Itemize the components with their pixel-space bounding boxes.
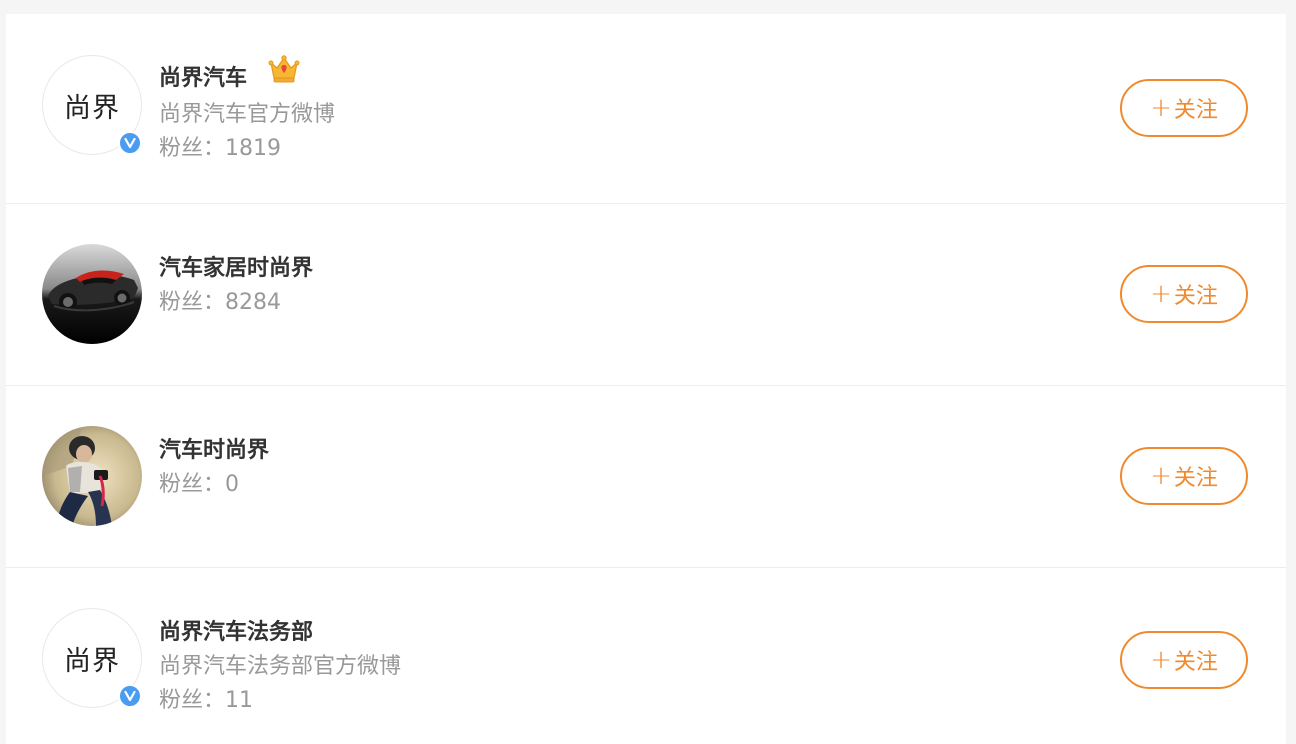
user-result-row[interactable]: 尚界 尚界汽车 尚界汽车官方微博 粉丝：1819 + 关注 bbox=[6, 14, 1286, 204]
user-name[interactable]: 汽车家居时尚界 bbox=[159, 250, 313, 282]
car-avatar-image bbox=[42, 244, 142, 344]
follow-label: 关注 bbox=[1173, 466, 1218, 491]
fans-number: 1819 bbox=[225, 136, 282, 161]
follow-button[interactable]: + 关注 bbox=[1120, 265, 1248, 323]
plus-icon: + bbox=[1150, 461, 1172, 491]
fans-label: 粉丝： bbox=[159, 290, 226, 315]
avatar[interactable]: 尚界 bbox=[42, 55, 142, 155]
avatar[interactable]: 尚界 bbox=[42, 608, 142, 708]
user-description: 尚界汽车法务部官方微博 bbox=[159, 654, 402, 679]
user-result-row[interactable]: 尚界 尚界汽车法务部 尚界汽车法务部官方微博 粉丝：11 + 关注 bbox=[6, 568, 1286, 744]
user-name[interactable]: 尚界汽车法务部 bbox=[159, 614, 313, 646]
plus-icon: + bbox=[1150, 645, 1172, 675]
fans-label: 粉丝： bbox=[159, 688, 226, 713]
fans-label: 粉丝： bbox=[159, 136, 226, 161]
fans-count: 粉丝：11 bbox=[159, 682, 253, 714]
follow-label: 关注 bbox=[1173, 284, 1218, 309]
fans-count: 粉丝：1819 bbox=[159, 130, 281, 162]
plus-icon: + bbox=[1150, 279, 1172, 309]
follow-button[interactable]: + 关注 bbox=[1120, 447, 1248, 505]
fans-number: 8284 bbox=[225, 290, 282, 315]
verified-v-icon bbox=[118, 684, 142, 708]
avatar[interactable] bbox=[42, 426, 142, 526]
fans-count: 粉丝：0 bbox=[159, 466, 239, 498]
follow-label: 关注 bbox=[1173, 98, 1218, 123]
follow-label: 关注 bbox=[1173, 650, 1218, 675]
plus-icon: + bbox=[1150, 93, 1172, 123]
fans-number: 11 bbox=[225, 688, 254, 713]
follow-button[interactable]: + 关注 bbox=[1120, 79, 1248, 137]
user-name[interactable]: 汽车时尚界 bbox=[159, 432, 269, 464]
person-avatar-image bbox=[42, 426, 142, 526]
verified-v-icon bbox=[118, 131, 142, 155]
follow-button[interactable]: + 关注 bbox=[1120, 631, 1248, 689]
avatar[interactable] bbox=[42, 244, 142, 344]
vip-crown-icon bbox=[268, 54, 300, 84]
avatar-text: 尚界 bbox=[64, 645, 120, 677]
fans-number: 0 bbox=[225, 472, 240, 497]
fans-count: 粉丝：8284 bbox=[159, 284, 281, 316]
user-name[interactable]: 尚界汽车 bbox=[159, 60, 247, 92]
user-result-row[interactable]: 汽车家居时尚界 粉丝：8284 + 关注 bbox=[6, 204, 1286, 386]
user-description: 尚界汽车官方微博 bbox=[159, 102, 336, 127]
avatar-text: 尚界 bbox=[64, 92, 120, 124]
fans-label: 粉丝： bbox=[159, 472, 226, 497]
user-search-results-list: 尚界 尚界汽车 尚界汽车官方微博 粉丝：1819 + 关注 汽车家居时尚界 粉丝… bbox=[6, 14, 1286, 744]
user-result-row[interactable]: 汽车时尚界 粉丝：0 + 关注 bbox=[6, 386, 1286, 568]
